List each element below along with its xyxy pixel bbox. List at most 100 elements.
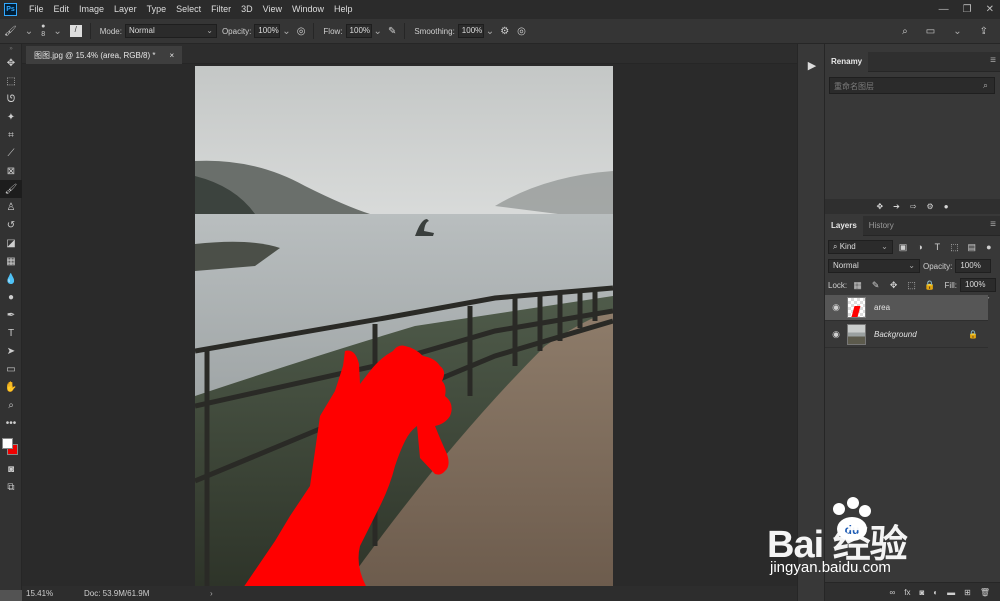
tab-layers[interactable]: Layers: [825, 215, 863, 236]
brush-icon[interactable]: 🖌: [0, 180, 22, 198]
gear-icon[interactable]: ⚙: [500, 26, 509, 37]
status-menu-arrow[interactable]: ›: [176, 589, 213, 598]
frame-icon[interactable]: ⊠: [0, 162, 22, 180]
menu-image[interactable]: Image: [74, 0, 109, 19]
move-icon[interactable]: ✥: [0, 54, 22, 72]
play-icon[interactable]: ▶: [803, 56, 821, 74]
adjustment-filter-icon[interactable]: ◑: [913, 242, 927, 252]
type-icon[interactable]: T: [0, 324, 22, 342]
chevron-down-icon[interactable]: ⌄: [374, 26, 382, 37]
share-icon[interactable]: ⇪: [980, 26, 988, 37]
menu-filter[interactable]: Filter: [206, 0, 236, 19]
gradient-icon[interactable]: ▦: [0, 252, 22, 270]
mask-icon[interactable]: ◙: [919, 588, 924, 597]
lock-icon[interactable]: 🔒: [968, 330, 978, 339]
magic-wand-icon[interactable]: ✦: [0, 108, 22, 126]
new-layer-icon[interactable]: ⊞: [964, 588, 971, 597]
menu-3d[interactable]: 3D: [236, 0, 258, 19]
chevron-down-icon[interactable]: ⌄: [25, 26, 33, 37]
kind-filter-select[interactable]: ⌕ Kind: [828, 240, 893, 254]
filter-toggle-icon[interactable]: ●: [982, 242, 996, 252]
fx-icon[interactable]: fx: [904, 588, 910, 597]
crop-icon[interactable]: ⌗: [0, 126, 22, 144]
menu-help[interactable]: Help: [329, 0, 358, 19]
document-canvas[interactable]: [195, 66, 613, 586]
panel-menu-icon[interactable]: ≡: [990, 219, 996, 230]
arrow-right-icon[interactable]: ➔: [893, 202, 900, 211]
chevron-down-icon[interactable]: ⌄: [953, 26, 961, 37]
dodge-icon[interactable]: ●: [0, 288, 22, 306]
pressure-size-icon[interactable]: ◎: [517, 26, 526, 37]
adjustment-icon[interactable]: ◐: [933, 588, 938, 597]
type-filter-icon[interactable]: T: [930, 242, 944, 252]
restore-icon[interactable]: ❐: [963, 4, 972, 15]
path-select-icon[interactable]: ➤: [0, 342, 22, 360]
rectangle-icon[interactable]: ▭: [0, 360, 22, 378]
history-brush-icon[interactable]: ↺: [0, 216, 22, 234]
trash-icon[interactable]: 🗑: [980, 588, 990, 597]
menu-file[interactable]: File: [24, 0, 49, 19]
renamy-search-input[interactable]: 重命名图层 ⌕: [829, 77, 995, 94]
layer-name[interactable]: area: [874, 303, 890, 312]
layer-opacity-field[interactable]: 100%: [955, 259, 992, 273]
workspace-icon[interactable]: ▭: [926, 26, 935, 37]
flow-field[interactable]: 100%: [345, 24, 372, 38]
document-tab[interactable]: 图图.jpg @ 15.4% (area, RGB/8) * ×: [26, 46, 183, 64]
layer-row-area[interactable]: ◉ area: [825, 295, 988, 321]
opacity-field[interactable]: 100%: [254, 24, 281, 38]
menu-select[interactable]: Select: [171, 0, 206, 19]
chevron-down-icon[interactable]: ⌄: [282, 26, 290, 37]
close-tab-icon[interactable]: ×: [170, 51, 175, 60]
menu-window[interactable]: Window: [287, 0, 329, 19]
menu-layer[interactable]: Layer: [109, 0, 142, 19]
chevron-down-icon[interactable]: ⌄: [486, 26, 494, 37]
lock-all-icon[interactable]: 🔒: [922, 280, 937, 291]
lock-transparency-icon[interactable]: ▦: [850, 280, 865, 291]
blur-icon[interactable]: 💧: [0, 270, 22, 288]
link-icon[interactable]: ∞: [890, 588, 896, 597]
marquee-icon[interactable]: ⬚: [0, 72, 22, 90]
zoom-level[interactable]: 15.41%: [22, 589, 56, 598]
quick-mask-icon[interactable]: ◙: [0, 460, 22, 478]
mode-select[interactable]: Normal: [124, 24, 217, 38]
eye-icon[interactable]: ◉: [825, 329, 847, 340]
brush-preset-icon[interactable]: 🖌: [4, 26, 17, 37]
screen-mode-icon[interactable]: ⧉: [0, 478, 22, 496]
chevron-down-icon[interactable]: ⌄: [53, 26, 61, 37]
menu-view[interactable]: View: [258, 0, 287, 19]
lock-position-icon[interactable]: ✥: [886, 280, 901, 291]
canvas-area[interactable]: [22, 64, 797, 586]
image-filter-icon[interactable]: ▣: [896, 242, 910, 253]
menu-edit[interactable]: Edit: [49, 0, 75, 19]
brush-settings-icon[interactable]: /: [69, 25, 82, 37]
pen-icon[interactable]: ✒: [0, 306, 22, 324]
smoothing-field[interactable]: 100%: [457, 24, 484, 38]
smart-object-filter-icon[interactable]: ▤: [965, 242, 979, 253]
airbrush-icon[interactable]: ✎: [388, 26, 396, 37]
layer-name[interactable]: Background: [874, 330, 917, 339]
tab-history[interactable]: History: [863, 216, 900, 236]
more-icon[interactable]: •••: [0, 414, 22, 432]
gear-icon[interactable]: ⚙: [927, 202, 934, 211]
panel-grip-icon[interactable]: »: [0, 44, 22, 54]
blend-mode-select[interactable]: Normal: [828, 259, 920, 273]
lock-artboard-icon[interactable]: ⬚: [904, 280, 919, 291]
panel-menu-icon[interactable]: ≡: [990, 55, 996, 66]
fill-field[interactable]: 100%: [960, 278, 996, 292]
brush-size-picker[interactable]: ● 8: [41, 23, 45, 39]
lock-pixels-icon[interactable]: ✎: [868, 280, 883, 291]
stamp-icon[interactable]: ♙: [0, 198, 22, 216]
eraser-icon[interactable]: ◪: [0, 234, 22, 252]
minimize-icon[interactable]: —: [939, 4, 949, 15]
search-icon[interactable]: ⌕: [902, 26, 908, 37]
renamy-tab[interactable]: Renamy: [825, 51, 869, 72]
info-icon[interactable]: ●: [944, 202, 949, 211]
eyedropper-icon[interactable]: ⟋: [0, 144, 22, 162]
eye-icon[interactable]: ◉: [825, 302, 847, 313]
export-icon[interactable]: ⇨: [910, 202, 917, 211]
shape-filter-icon[interactable]: ⬚: [947, 242, 961, 253]
move-icon[interactable]: ✥: [876, 202, 883, 211]
layer-row-background[interactable]: ◉ Background 🔒: [825, 322, 988, 348]
close-icon[interactable]: ✕: [986, 4, 994, 15]
pressure-opacity-icon[interactable]: ◎: [297, 26, 306, 37]
